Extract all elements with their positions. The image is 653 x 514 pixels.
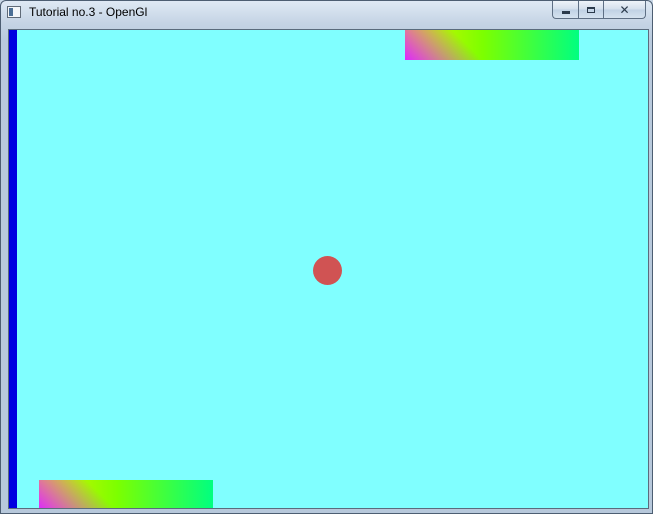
application-icon[interactable] — [7, 6, 21, 18]
maximize-icon — [587, 6, 595, 13]
app-window: Tutorial no.3 - OpenGl ✕ — [0, 0, 653, 514]
close-button[interactable]: ✕ — [603, 1, 646, 19]
window-title: Tutorial no.3 - OpenGl — [29, 5, 148, 19]
bottom-paddle — [39, 480, 213, 508]
opengl-canvas[interactable] — [8, 29, 649, 509]
left-wall — [9, 30, 17, 508]
maximize-button[interactable] — [578, 1, 603, 19]
minimize-button[interactable] — [552, 1, 578, 19]
minimize-icon — [561, 11, 570, 14]
top-paddle — [405, 30, 579, 60]
title-bar[interactable]: Tutorial no.3 - OpenGl ✕ — [1, 1, 652, 27]
ball — [313, 256, 342, 285]
close-icon: ✕ — [619, 2, 630, 17]
caption-buttons: ✕ — [552, 1, 646, 20]
